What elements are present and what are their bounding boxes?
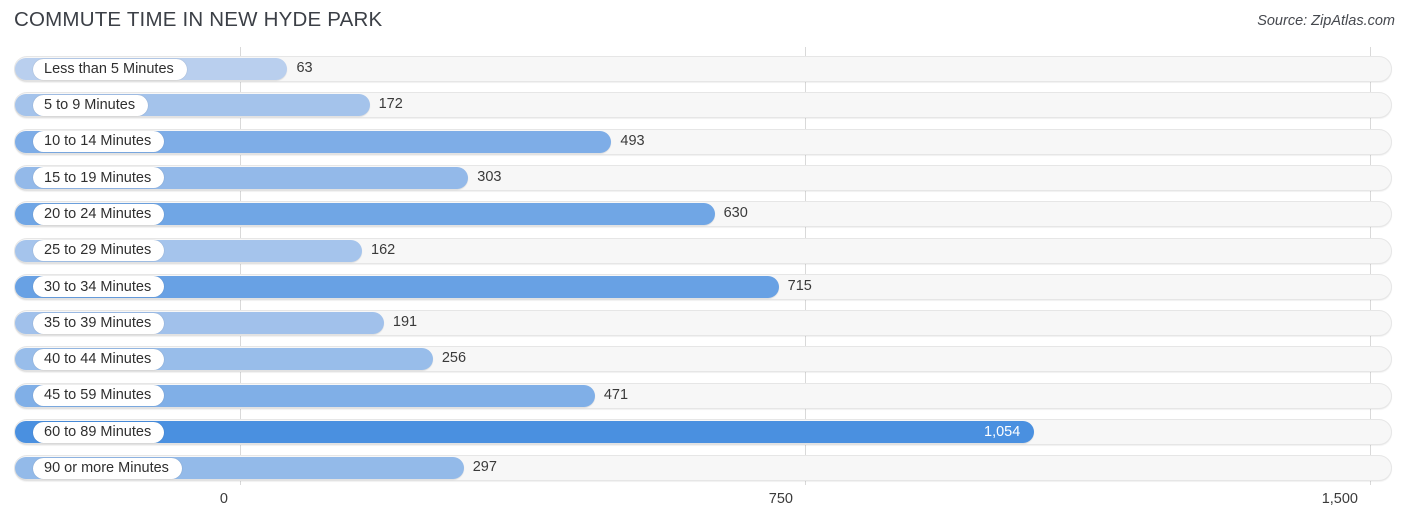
bar[interactable]: [15, 421, 1034, 443]
category-label-pill: 30 to 34 Minutes: [33, 276, 165, 298]
category-label: 5 to 9 Minutes: [44, 97, 136, 114]
bar-value-label: 715: [787, 277, 812, 294]
bar-value-label: 1,054: [984, 423, 1021, 440]
category-label: 45 to 59 Minutes: [44, 387, 152, 404]
category-label-pill: 10 to 14 Minutes: [33, 131, 165, 153]
category-label: 35 to 39 Minutes: [44, 314, 152, 331]
bar-value-label: 256: [441, 350, 467, 367]
bar-row: 90 or more Minutes 297: [0, 452, 1406, 488]
category-label-pill: 60 to 89 Minutes: [33, 421, 165, 443]
bar-value-label: 493: [620, 132, 645, 149]
bar-row: 30 to 34 Minutes 715: [0, 271, 1406, 307]
bar-value-label: 172: [378, 96, 403, 113]
bar-row: 20 to 24 Minutes 630: [0, 198, 1406, 234]
axis-tick-label: 1,500: [1321, 491, 1358, 507]
category-label: 90 or more Minutes: [44, 460, 169, 477]
category-label: 20 to 24 Minutes: [44, 205, 152, 222]
bar-row: 45 to 59 Minutes 471: [0, 380, 1406, 416]
plot-area: Less than 5 Minutes 63 5 to 9 Minutes 172 10…: [0, 47, 1406, 485]
category-label: 10 to 14 Minutes: [44, 133, 152, 150]
category-label: 25 to 29 Minutes: [44, 242, 152, 259]
category-label-pill: Less than 5 Minutes: [33, 58, 187, 80]
category-label-pill: 20 to 24 Minutes: [33, 203, 165, 225]
category-label-pill: 90 or more Minutes: [33, 457, 182, 479]
category-label-pill: 40 to 44 Minutes: [33, 348, 165, 370]
bar-value-label: 191: [392, 314, 418, 331]
category-label: Less than 5 Minutes: [44, 60, 174, 77]
x-axis: 0 750 1,500: [0, 485, 1406, 522]
bar-row: 10 to 14 Minutes 493: [0, 126, 1406, 162]
category-label-pill: 5 to 9 Minutes: [33, 94, 149, 116]
page-title: COMMUTE TIME IN NEW HYDE PARK: [14, 8, 383, 31]
bar-row: 40 to 44 Minutes 256: [0, 343, 1406, 379]
bar-row: 15 to 19 Minutes 303: [0, 162, 1406, 198]
bar-value-label: 303: [477, 168, 502, 185]
category-label-pill: 35 to 39 Minutes: [33, 312, 165, 334]
category-label: 40 to 44 Minutes: [44, 351, 152, 368]
category-label: 30 to 34 Minutes: [44, 278, 152, 295]
category-label-pill: 15 to 19 Minutes: [33, 167, 165, 189]
commute-time-bar-chart: COMMUTE TIME IN NEW HYDE PARK Source: Zi…: [0, 0, 1406, 522]
category-label-pill: 25 to 29 Minutes: [33, 240, 165, 261]
bar-value-label: 297: [472, 459, 497, 476]
bar-value-label: 63: [296, 60, 313, 76]
bar-row: 25 to 29 Minutes 162: [0, 235, 1406, 271]
bar-value-label: 471: [603, 386, 629, 403]
axis-tick-label: 750: [768, 491, 793, 507]
category-label: 60 to 89 Minutes: [44, 423, 152, 440]
axis-tick-label: 0: [219, 491, 228, 507]
bar-value-label: 162: [371, 241, 396, 258]
category-label: 15 to 19 Minutes: [44, 169, 152, 186]
bar-row: 60 to 89 Minutes 1,054: [0, 416, 1406, 452]
bar-value-label: 630: [723, 205, 748, 222]
category-label-pill: 45 to 59 Minutes: [33, 385, 165, 407]
source-attribution: Source: ZipAtlas.com: [1257, 13, 1395, 29]
bar-row: 5 to 9 Minutes 172: [0, 89, 1406, 125]
bar-row: Less than 5 Minutes 63: [0, 53, 1406, 89]
bar-row: 35 to 39 Minutes 191: [0, 307, 1406, 343]
